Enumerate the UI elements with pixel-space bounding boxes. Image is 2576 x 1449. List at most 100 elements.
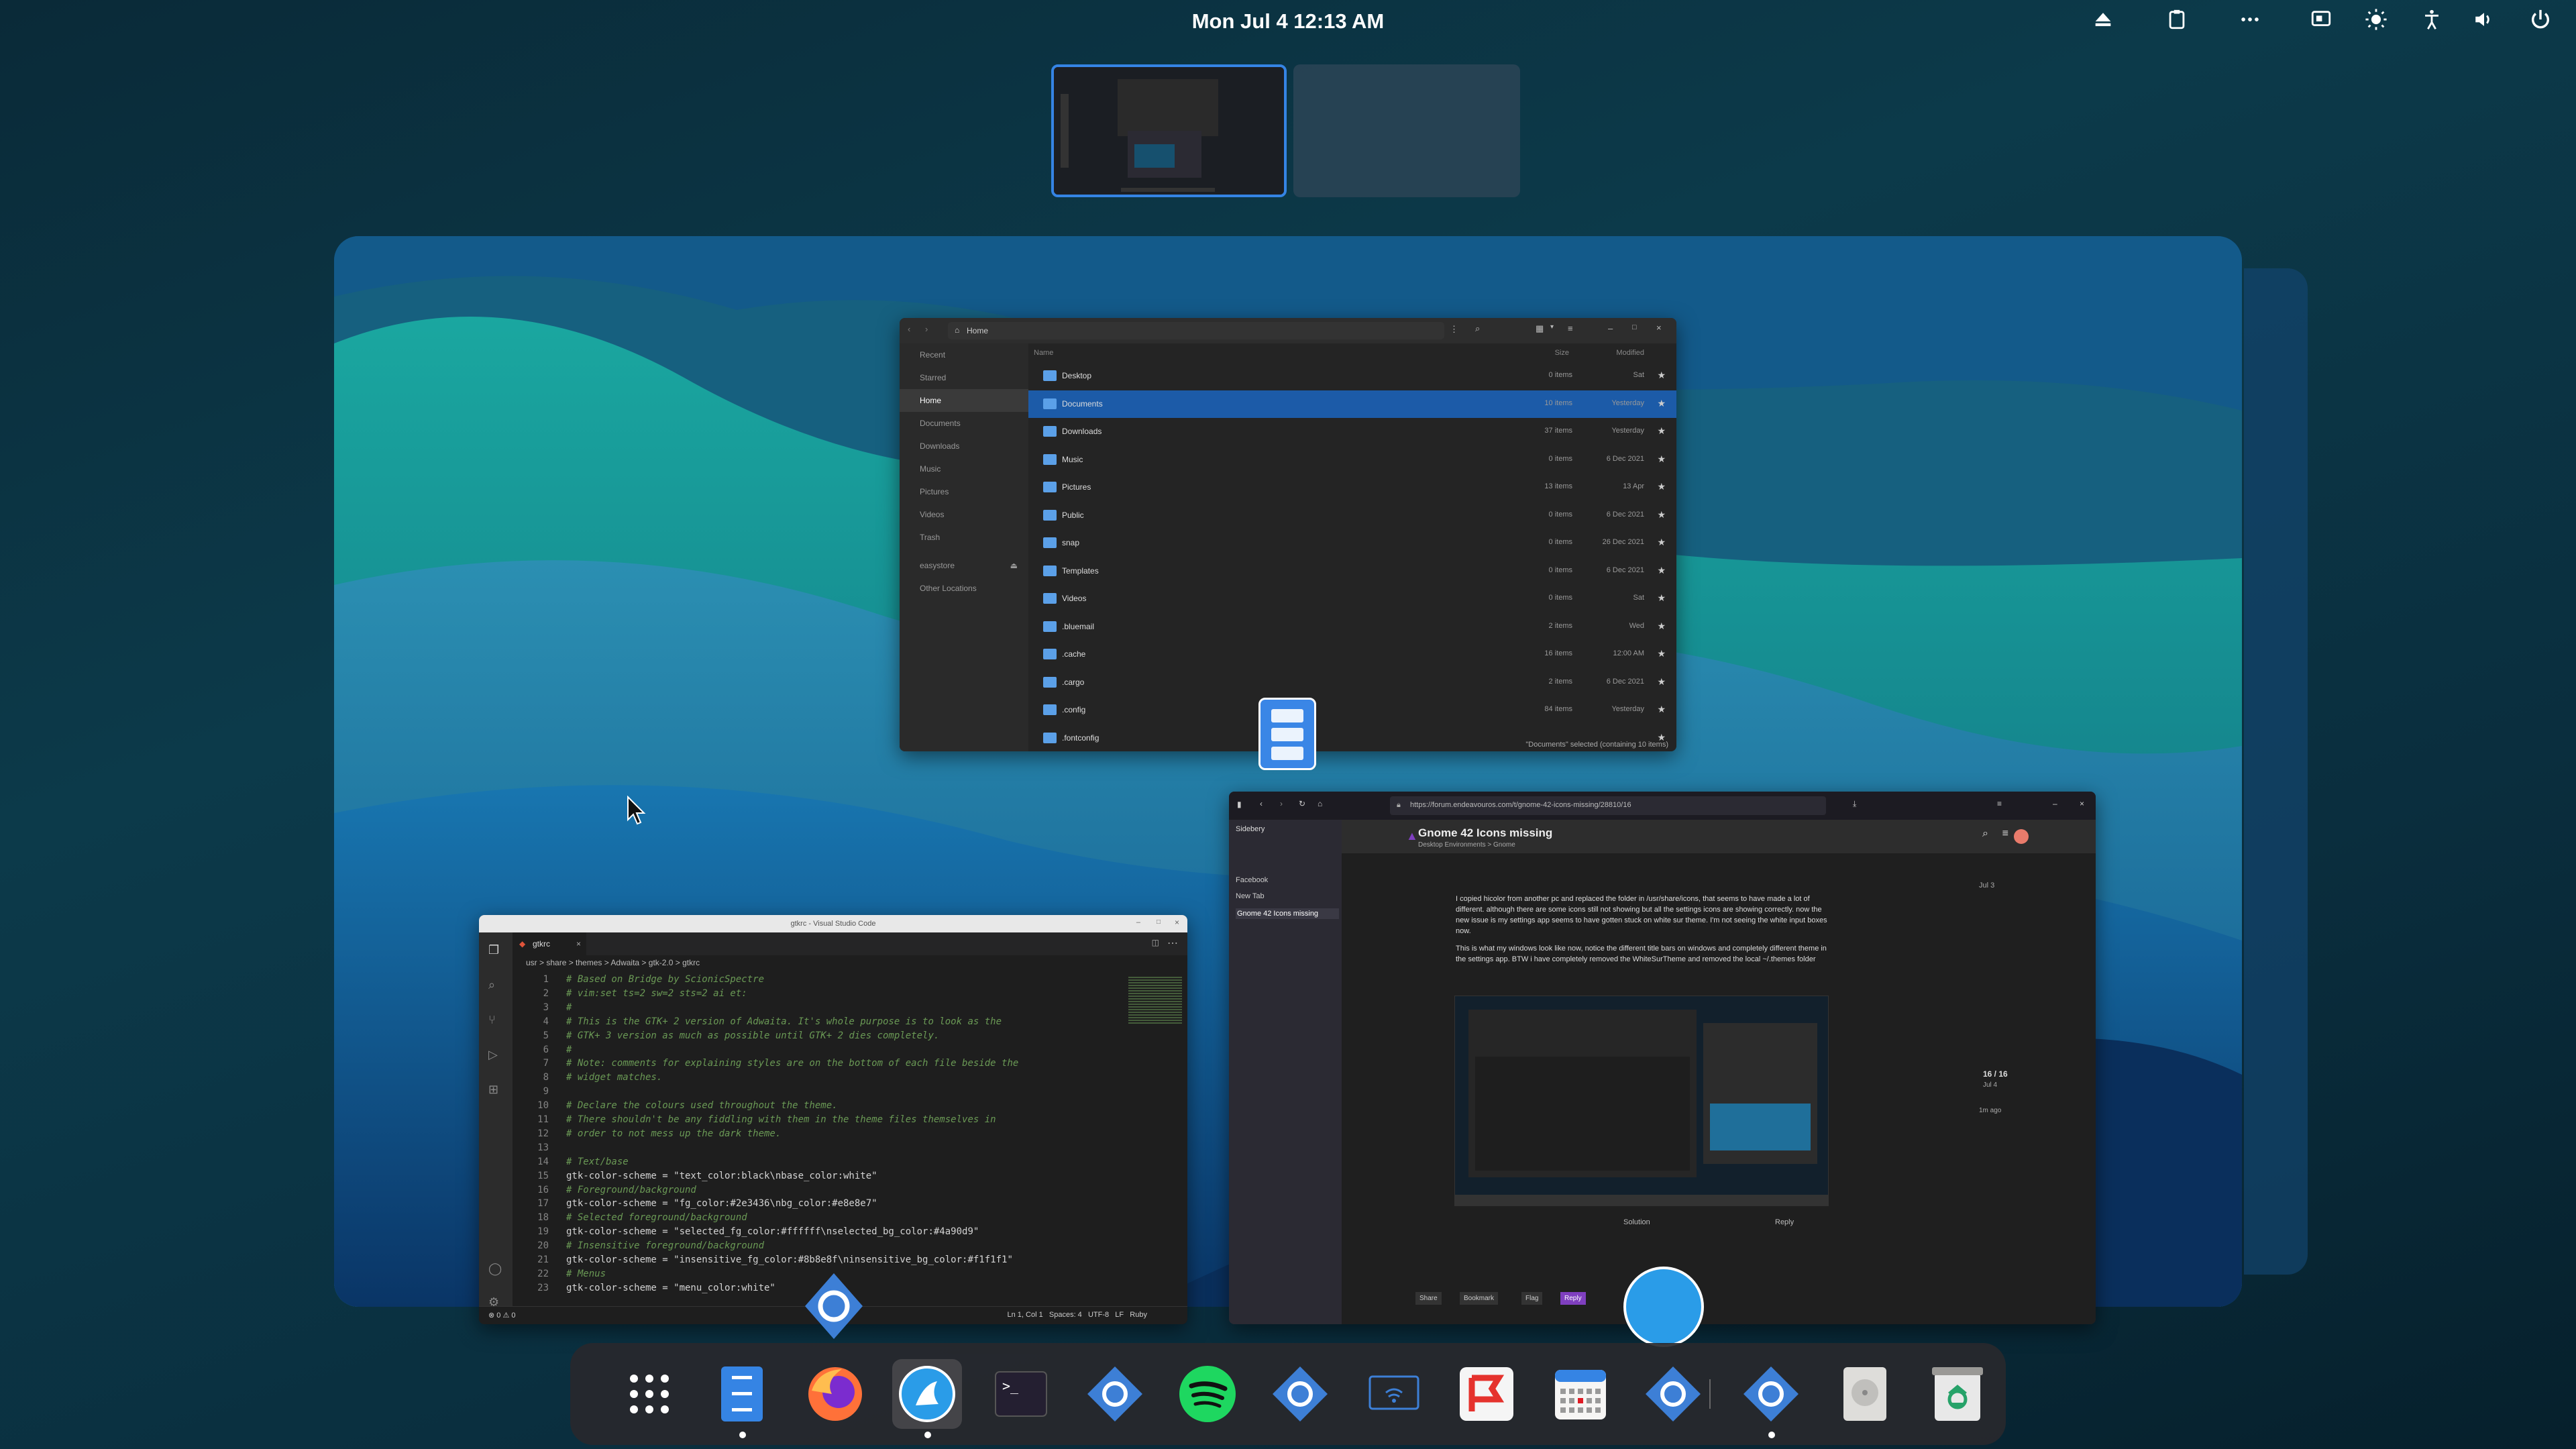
code-line[interactable]: # Note: comments for explaining styles a… [566,1057,1018,1071]
sidebar-item-starred[interactable]: Starred [900,366,1028,389]
explorer-icon[interactable]: ❐ [488,943,499,957]
run-debug-icon[interactable]: ▷ [488,1048,498,1062]
star-icon[interactable]: ★ [1657,621,1666,632]
topic-title[interactable]: Gnome 42 Icons missing [1418,826,1552,840]
disk-icon[interactable] [1830,1359,1900,1429]
code-line[interactable]: # Foreground/background [566,1183,696,1197]
code-line[interactable]: gtk-color-scheme = "fg_color:#2e3436\nbg… [566,1197,877,1211]
more-icon[interactable] [2238,8,2262,35]
split-editor-icon[interactable]: ◫ [1152,938,1159,947]
files-icon[interactable] [707,1359,777,1438]
minimize-icon[interactable]: – [2053,799,2057,808]
reply-button[interactable]: Reply [1560,1292,1586,1305]
file-row[interactable]: .config 84 items Yesterday ★ [1028,696,1676,724]
star-icon[interactable]: ★ [1657,481,1666,492]
code-line[interactable]: # Text/base [566,1155,629,1169]
star-icon[interactable]: ★ [1657,648,1666,659]
editor[interactable]: 1 # Based on Bridge by ScionicSpectre 2 # v… [513,973,1187,1307]
sidebar-toggle-icon[interactable]: ▮ [1237,800,1242,809]
screen-share-icon[interactable] [2310,8,2332,35]
star-icon[interactable]: ★ [1657,398,1666,409]
sidebar-item-videos[interactable]: Videos [900,503,1028,526]
code-line[interactable]: gtk-color-scheme = "text_color:black\nba… [566,1169,877,1183]
menu-icon[interactable]: ⋮ [1450,324,1458,335]
clock[interactable]: Mon Jul 4 12:13 AM [0,9,2576,34]
calendar-icon[interactable] [1546,1359,1615,1429]
sidebar-item-easystore[interactable]: easystore ⏏ [900,554,1028,577]
code-line[interactable]: # Menus [566,1267,606,1281]
settings-gear-icon[interactable] [1736,1359,1806,1438]
volume-icon[interactable] [2473,8,2496,35]
file-row[interactable]: Documents 10 items Yesterday ★ [1028,390,1676,418]
star-icon[interactable]: ★ [1657,425,1666,437]
accessibility-icon[interactable] [2420,8,2443,35]
star-icon[interactable]: ★ [1657,453,1666,465]
tab-item[interactable]: Facebook [1236,876,1268,884]
post-screenshot[interactable] [1454,996,1829,1206]
file-row[interactable]: .cache 16 items 12:00 AM ★ [1028,641,1676,669]
code-line[interactable]: # This is the GTK+ 2 version of Adwaita.… [566,1015,1002,1029]
sidebar-item-pictures[interactable]: Pictures [900,480,1028,503]
code-line[interactable]: # Insensitive foreground/background [566,1239,764,1253]
clipboard-icon[interactable] [2165,8,2188,35]
sidebar-item-recent[interactable]: Recent [900,343,1028,366]
sidebar-item-documents[interactable]: Documents [900,412,1028,435]
minimap[interactable] [1128,977,1182,1024]
hamburger-icon[interactable]: ≡ [1568,323,1573,333]
star-icon[interactable]: ★ [1657,592,1666,604]
column-size[interactable]: Size [1555,349,1569,357]
tab-item[interactable]: Gnome 42 Icons missing [1236,908,1339,919]
vscode-window[interactable]: gtkrc - Visual Studio Code – □ × ❐ ⌕ ⑂ ▷… [479,915,1187,1324]
brightness-icon[interactable] [2365,8,2387,35]
code-line[interactable]: # Based on Bridge by ScionicSpectre [566,973,764,987]
sidebar-title[interactable]: Sidebery [1236,825,1265,833]
workspace-thumbnail-1[interactable] [1051,64,1287,197]
eject-icon[interactable]: ⏏ [1010,554,1018,577]
code-line[interactable]: # order to not mess up the dark theme. [566,1127,781,1141]
app-grid-icon[interactable] [614,1359,684,1429]
search-icon[interactable]: ⌕ [1475,323,1480,334]
eject-icon[interactable] [2092,8,2114,35]
extensions-icon[interactable]: ⊞ [488,1083,498,1097]
sidebar-item-other-locations[interactable]: Other Locations [900,577,1028,600]
power-icon[interactable] [2529,8,2552,35]
account-icon[interactable]: ◯ [488,1262,502,1276]
reply-button[interactable]: Reply [1775,1218,1794,1226]
source-control-icon[interactable]: ⑂ [488,1013,496,1027]
code-line[interactable]: # [566,1001,572,1015]
close-icon[interactable]: × [1656,323,1662,333]
topic-category[interactable]: Desktop Environments > Gnome [1418,841,1515,849]
sidebar-item-downloads[interactable]: Downloads [900,435,1028,458]
minimize-icon[interactable]: – [1136,918,1140,926]
file-row[interactable]: .cargo 2 items 6 Dec 2021 ★ [1028,669,1676,697]
endeavouros-icon[interactable] [892,1359,962,1438]
settings-gear-icon[interactable] [1265,1359,1335,1429]
star-icon[interactable]: ★ [1657,370,1666,381]
tab-item[interactable]: New Tab [1236,892,1265,900]
solution-button[interactable]: Solution [1623,1218,1650,1226]
close-icon[interactable]: × [1175,918,1179,927]
settings-gear-icon[interactable] [1080,1359,1150,1429]
star-icon[interactable]: ★ [1657,509,1666,521]
star-icon[interactable]: ★ [1657,537,1666,548]
search-icon[interactable]: ⌕ [1982,828,1988,840]
problems-count[interactable]: ⊗ 0 ⚠ 0 [488,1311,515,1320]
hamburger-icon[interactable]: ≡ [2002,828,2008,840]
files-app-icon[interactable] [1258,698,1316,770]
path-bar[interactable]: ⌂ Home [948,322,1444,339]
minimize-icon[interactable]: – [1608,323,1613,333]
close-tab-icon[interactable]: × [576,932,581,955]
sidebar-item-music[interactable]: Music [900,458,1028,480]
firefox-icon[interactable] [800,1359,870,1429]
code-line[interactable]: # Selected foreground/background [566,1211,747,1225]
file-row[interactable]: Pictures 13 items 13 Apr ★ [1028,474,1676,502]
more-actions-icon[interactable]: ⋯ [1167,936,1178,950]
view-options-icon[interactable]: ▾ [1550,323,1554,331]
network-icon[interactable] [1359,1359,1429,1429]
star-icon[interactable]: ★ [1657,565,1666,576]
column-modified[interactable]: Modified [1616,349,1644,357]
column-name[interactable]: Name [1034,349,1053,357]
url-bar[interactable]: 🔒︎ https://forum.endeavouros.com/t/gnome… [1390,796,1826,815]
back-icon[interactable]: ‹ [908,324,910,334]
code-line[interactable]: # vim:set ts=2 sw=2 sts=2 ai et: [566,987,747,1001]
